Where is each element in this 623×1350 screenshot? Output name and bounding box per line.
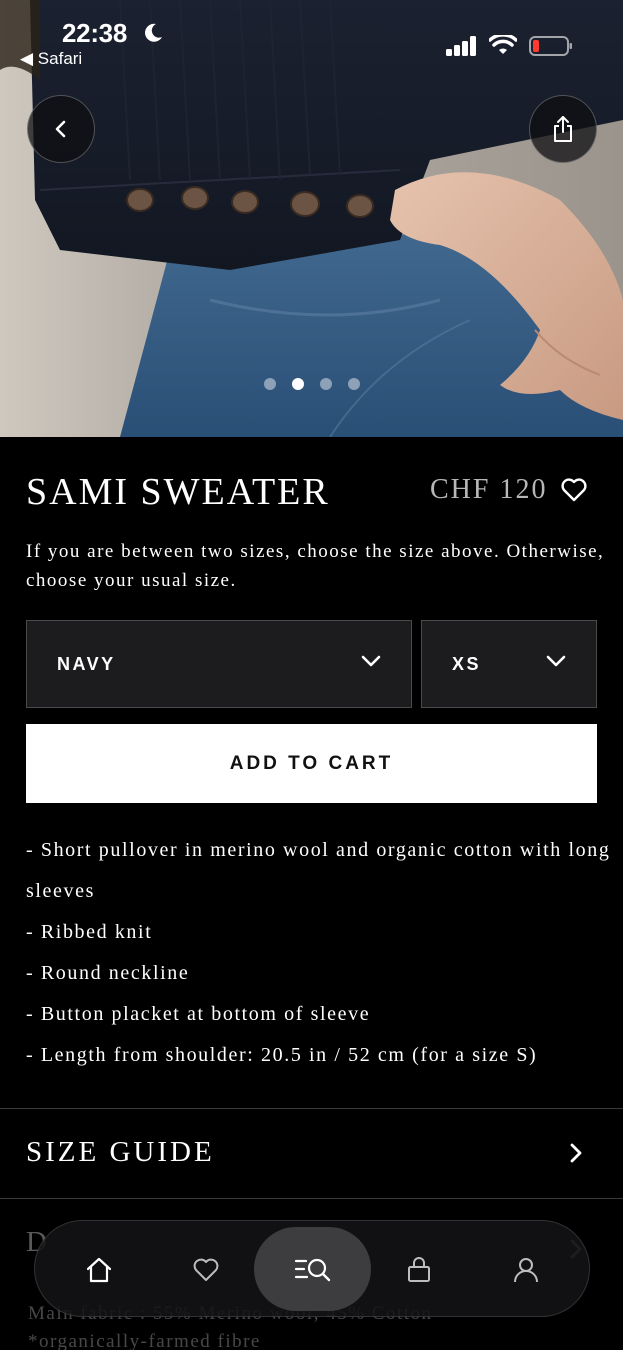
tab-home[interactable] bbox=[49, 1221, 149, 1318]
account-icon bbox=[514, 1257, 538, 1282]
product-title: SAMI SWEATER bbox=[26, 471, 330, 513]
description-line: - Length from shoulder: 20.5 in / 52 cm … bbox=[26, 1044, 538, 1066]
product-photo bbox=[0, 0, 623, 437]
description-line: - Round neckline bbox=[26, 962, 190, 984]
size-guide-row[interactable]: SIZE GUIDE bbox=[0, 1109, 623, 1198]
battery-low-icon bbox=[529, 36, 572, 56]
tab-wishlist[interactable] bbox=[156, 1221, 256, 1318]
moon-icon bbox=[145, 23, 162, 42]
carousel-dot[interactable] bbox=[348, 378, 360, 390]
bottom-tab-bar bbox=[34, 1220, 590, 1317]
back-to-safari-link[interactable]: ◀ Safari bbox=[20, 49, 82, 69]
tab-account[interactable] bbox=[476, 1221, 576, 1318]
color-select-value: NAVY bbox=[57, 653, 116, 674]
add-to-cart-button[interactable]: ADD TO CART bbox=[26, 724, 597, 803]
wishlist-button[interactable] bbox=[560, 476, 588, 504]
description-line: - Ribbed knit bbox=[26, 921, 153, 943]
tab-search[interactable] bbox=[254, 1227, 371, 1311]
product-description: - Short pullover in merino wool and orga… bbox=[26, 830, 611, 1076]
status-time: 22:38 bbox=[62, 18, 127, 48]
size-select[interactable]: XS bbox=[421, 620, 597, 708]
chevron-left-icon bbox=[55, 120, 66, 138]
description-line: - Button placket at bottom of sleeve bbox=[26, 1003, 371, 1025]
back-button[interactable] bbox=[27, 95, 95, 163]
cellular-signal-icon bbox=[446, 36, 476, 56]
wifi-icon bbox=[489, 35, 517, 54]
description-line: - Short pullover in merino wool and orga… bbox=[26, 839, 611, 902]
fabric-note: *organically-farmed fibre bbox=[28, 1331, 261, 1350]
search-menu-icon bbox=[294, 1258, 330, 1282]
heart-icon bbox=[561, 478, 587, 502]
divider bbox=[0, 1198, 623, 1199]
size-select-value: XS bbox=[452, 653, 482, 674]
home-icon bbox=[86, 1257, 112, 1282]
status-icons bbox=[445, 33, 573, 59]
color-select[interactable]: NAVY bbox=[26, 620, 412, 708]
chevron-down-icon bbox=[546, 655, 566, 667]
heart-icon bbox=[193, 1258, 219, 1281]
carousel-dot[interactable] bbox=[320, 378, 332, 390]
share-button[interactable] bbox=[529, 95, 597, 163]
chevron-right-icon bbox=[570, 1143, 582, 1163]
size-hint-text: If you are between two sizes, choose the… bbox=[26, 541, 605, 591]
share-icon bbox=[554, 116, 572, 142]
tab-bag[interactable] bbox=[369, 1221, 469, 1318]
size-guide-label: SIZE GUIDE bbox=[26, 1136, 215, 1168]
bag-icon bbox=[408, 1256, 430, 1282]
product-image[interactable] bbox=[0, 0, 623, 437]
chevron-down-icon bbox=[361, 655, 381, 667]
product-price: CHF 120 bbox=[430, 474, 548, 505]
carousel-dot-active[interactable] bbox=[292, 378, 304, 390]
carousel-dot[interactable] bbox=[264, 378, 276, 390]
carousel-dots[interactable] bbox=[264, 378, 360, 390]
